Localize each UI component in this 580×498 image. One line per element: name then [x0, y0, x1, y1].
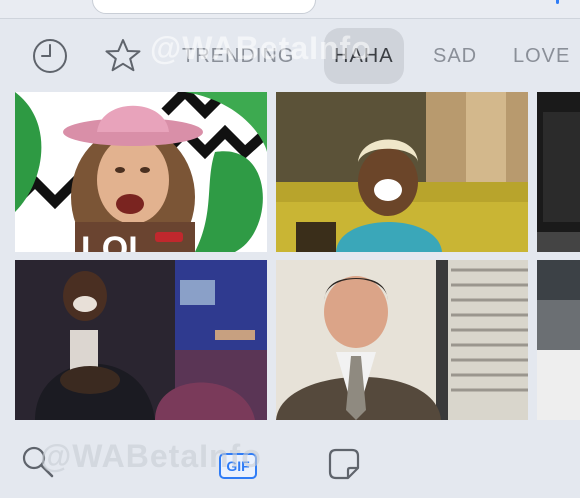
keyboard-bottom-toolbar: GIF @WABetaInfo: [0, 428, 580, 498]
gif-caption: LOL: [81, 230, 149, 252]
search-icon[interactable]: [20, 444, 56, 485]
category-haha[interactable]: HAHA: [324, 28, 404, 84]
message-input-edge[interactable]: [92, 0, 316, 14]
category-love[interactable]: LOVE: [513, 40, 570, 72]
gif-category-bar: TRENDING HAHA SAD LOVE @WABetaInfo: [0, 24, 580, 88]
recent-clock-icon[interactable]: [30, 36, 70, 76]
top-input-strip: [0, 0, 580, 19]
gif-icon[interactable]: GIF: [219, 453, 257, 479]
gif-tile[interactable]: [537, 260, 580, 420]
gif-tile[interactable]: [537, 92, 580, 252]
gif-tile[interactable]: [276, 92, 528, 252]
gif-results-grid: LOL: [0, 90, 580, 424]
category-trending[interactable]: TRENDING: [182, 40, 294, 72]
gif-tile[interactable]: LOL: [15, 92, 267, 252]
category-sad[interactable]: SAD: [433, 40, 477, 72]
gif-tile[interactable]: [15, 260, 267, 420]
gif-tile[interactable]: [276, 260, 528, 420]
send-indicator: [556, 0, 559, 4]
sticker-icon[interactable]: [326, 446, 362, 487]
favorites-star-icon[interactable]: [103, 36, 143, 76]
